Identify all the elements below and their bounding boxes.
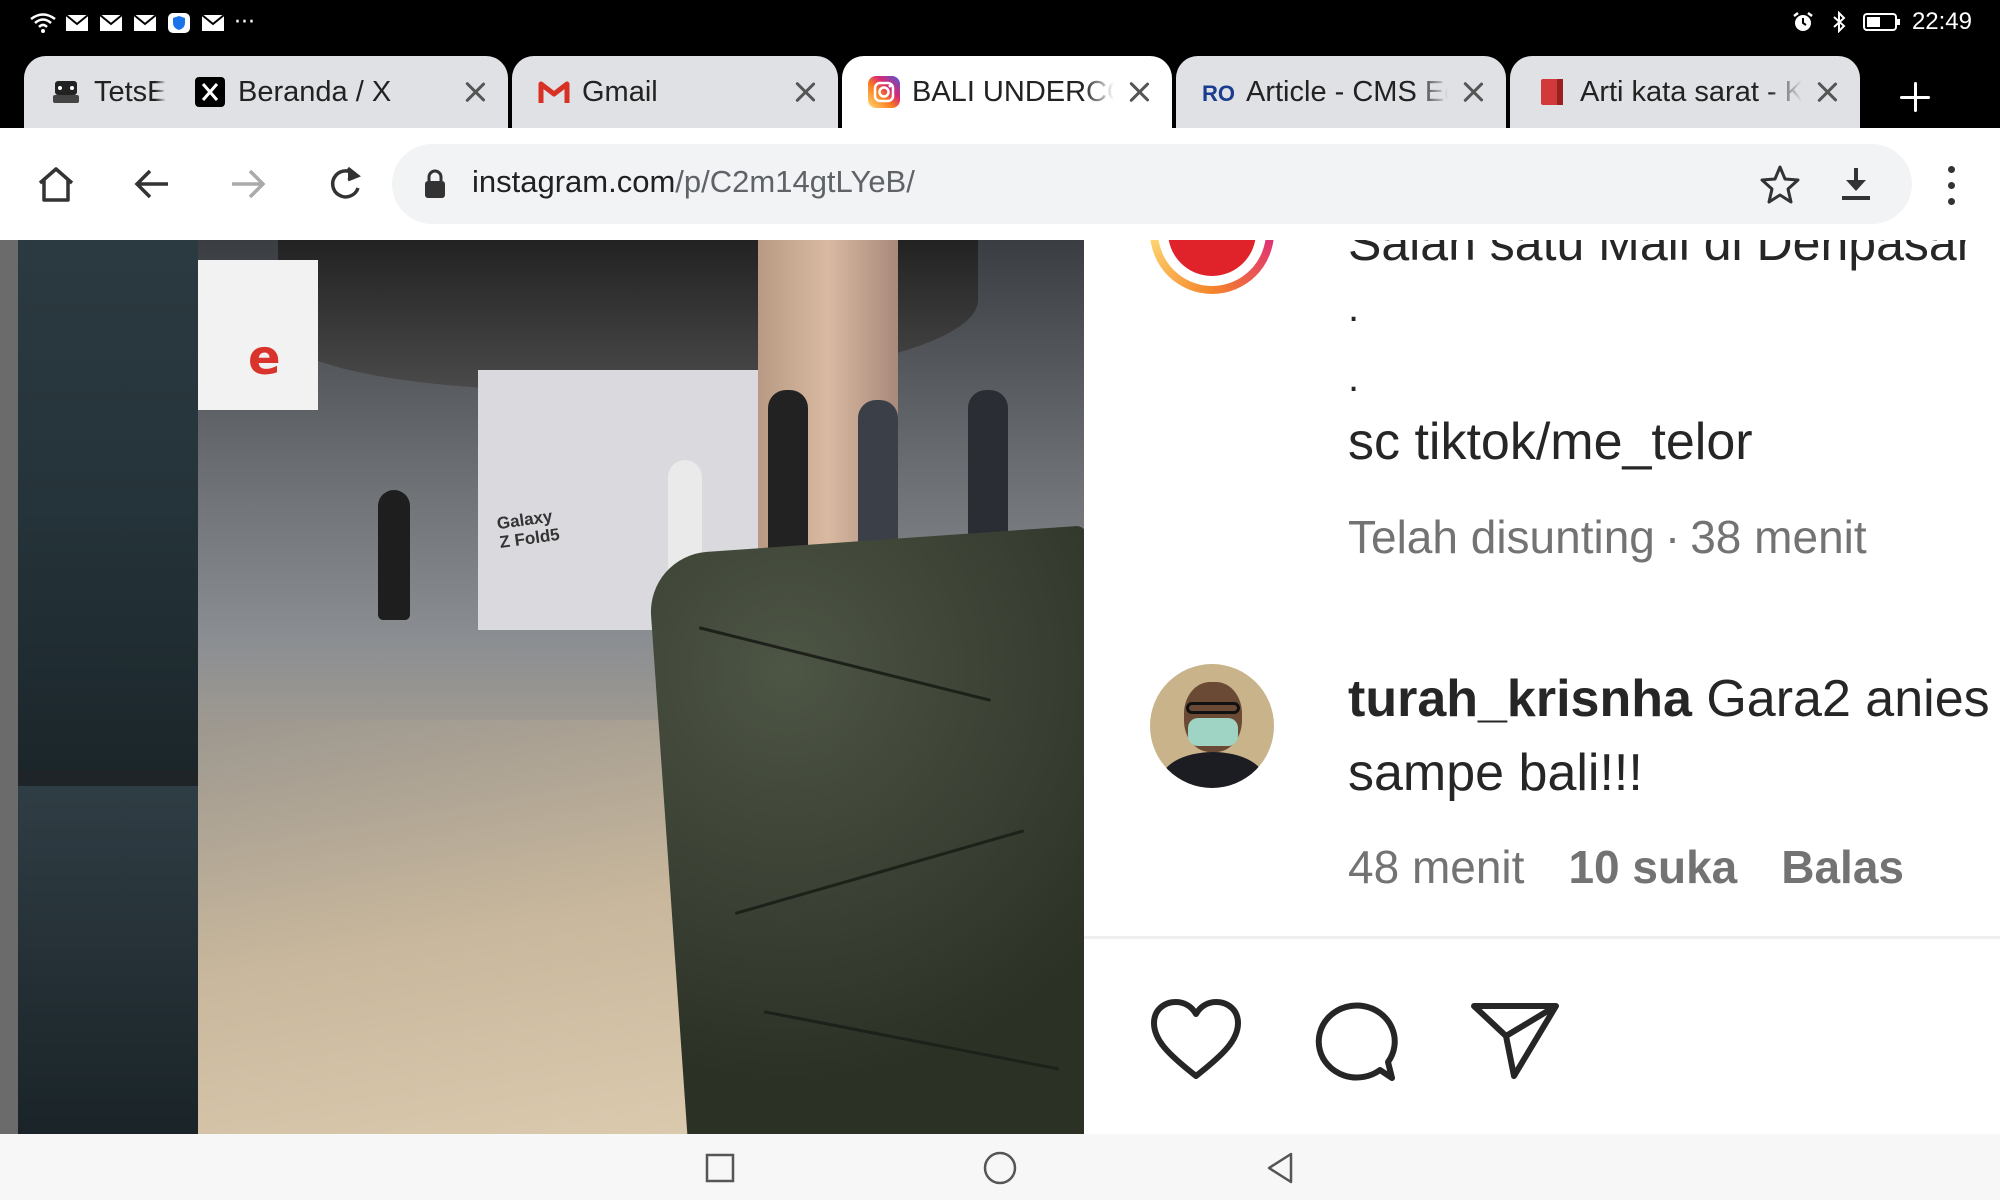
close-tab-icon[interactable] [1124,77,1154,107]
browser-toolbar: instagram.com/p/C2m14gtLYeB/ [0,128,2000,240]
bluetooth-icon [1826,11,1852,33]
share-icon[interactable] [1468,996,1564,1084]
status-overflow: ··· [234,10,255,35]
post-comments-panel: Salah satu Mall di Denpasar . . sc tikto… [1084,240,2000,1134]
more-options-icon[interactable] [1932,164,1972,208]
tab-title: Beranda / X [238,75,392,108]
media-thumbnail[interactable] [18,240,198,770]
tab-article-cms[interactable]: RO Article - CMS Editor [1176,56,1506,128]
system-nav-bar [0,1134,2000,1200]
url-text[interactable]: instagram.com/p/C2m14gtLYeB/ [472,164,915,200]
status-left-icons: ··· [30,10,255,35]
author-avatar[interactable] [1150,240,1274,294]
post-video-frame[interactable]: e Galaxy Z Fold5 [198,240,1084,1134]
meta-separator: · [1664,511,1681,563]
arrow-right-icon [232,169,266,199]
address-bar[interactable]: instagram.com/p/C2m14gtLYeB/ [392,144,1912,224]
reply-button[interactable]: Balas [1781,841,1904,893]
home-nav-button[interactable] [978,1146,1022,1190]
forward-button[interactable] [220,156,276,212]
url-path: /p/C2m14gtLYeB/ [675,164,915,199]
post-edited-meta: Telah disunting · 38 menit [1348,510,1867,564]
mail-icon [98,13,124,33]
book-favicon [1536,76,1568,108]
x-favicon [194,76,226,108]
mail-icon [132,13,158,33]
tab-bali-undercover[interactable]: BALI UNDERCOVER [842,56,1172,128]
page-content: e Galaxy Z Fold5 Salah satu Mall di Denp… [0,240,2000,1134]
store-sign: e [198,260,318,410]
comment-avatar[interactable] [1150,664,1274,788]
shield-icon [166,12,192,33]
wifi-icon [30,12,56,33]
heart-icon[interactable] [1148,996,1244,1084]
back-triangle-icon [1267,1152,1293,1184]
store-logo: e [248,330,281,386]
mail-icon [200,13,226,33]
comment-icon[interactable] [1308,996,1404,1084]
tab-title: BALI UNDERCOVER [912,75,1114,108]
tab-title: Arti kata sarat - KBBI [1580,75,1802,108]
close-tab-icon[interactable] [790,77,820,107]
divider [1084,936,2000,939]
tab-title: Article - CMS Editor [1246,75,1448,108]
battery-icon [1862,12,1902,32]
alarm-icon [1790,12,1816,32]
ro-favicon: RO [1202,76,1234,108]
instagram-favicon [868,76,900,108]
tab-arti-kata[interactable]: Arti kata sarat - KBBI [1510,56,1860,128]
comment-likes[interactable]: 10 suka [1568,841,1737,893]
arrow-left-icon [134,169,168,199]
caption-dot: . [1348,286,1360,330]
post-caption-source: sc tiktok/me_telor [1348,413,1753,471]
download-icon[interactable] [1834,162,1878,210]
back-nav-button[interactable] [1258,1146,1302,1190]
post-caption-cut: Salah satu Mall di Denpasar [1348,240,1974,271]
new-tab-button[interactable] [1890,72,1940,122]
url-domain: instagram.com [472,164,676,199]
svg-text:RO: RO [1202,81,1234,105]
mail-icon [64,13,90,33]
home-icon [38,167,74,202]
tab-beranda-x[interactable]: Beranda / X [184,56,508,128]
tab-title: Gmail [582,75,658,108]
reload-button[interactable] [316,156,372,212]
home-button[interactable] [28,156,84,212]
gmail-favicon [538,76,570,108]
tab-tetsel[interactable]: TetsEl [24,56,184,128]
reload-icon [330,166,361,199]
status-bar: ··· 22:49 [0,0,2000,48]
close-tab-icon[interactable] [1812,77,1842,107]
tab-gmail[interactable]: Gmail [512,56,838,128]
recents-button[interactable] [698,1146,742,1190]
comment: turah_krisnha Gara2 anies sampe bali!!! [1348,662,2000,810]
status-right-icons: 22:49 [1790,8,1972,36]
comment-meta: 48 menit 10 suka Balas [1348,840,1904,894]
post-media[interactable]: e Galaxy Z Fold5 [0,240,1084,1134]
recents-icon [705,1153,735,1183]
chair [646,525,1084,1134]
home-circle-icon [983,1151,1017,1185]
edited-label: Telah disunting [1348,511,1655,563]
comment-username[interactable]: turah_krisnha [1348,670,1692,728]
close-tab-icon[interactable] [460,77,490,107]
status-time: 22:49 [1911,8,1972,35]
back-button[interactable] [124,156,180,212]
edited-time: 38 menit [1690,511,1867,563]
bookmark-star-icon[interactable] [1758,162,1802,210]
comment-time: 48 menit [1348,841,1525,893]
lock-icon[interactable] [422,168,448,204]
person [378,490,410,620]
tetsel-favicon [50,76,82,108]
tab-strip: TetsEl Beranda / X Gmail BALI UNDERCOVER… [0,48,2000,128]
media-thumbnail[interactable] [18,786,198,1134]
tab-title: TetsEl [94,75,166,108]
caption-dot: . [1348,356,1360,400]
close-tab-icon[interactable] [1458,77,1488,107]
